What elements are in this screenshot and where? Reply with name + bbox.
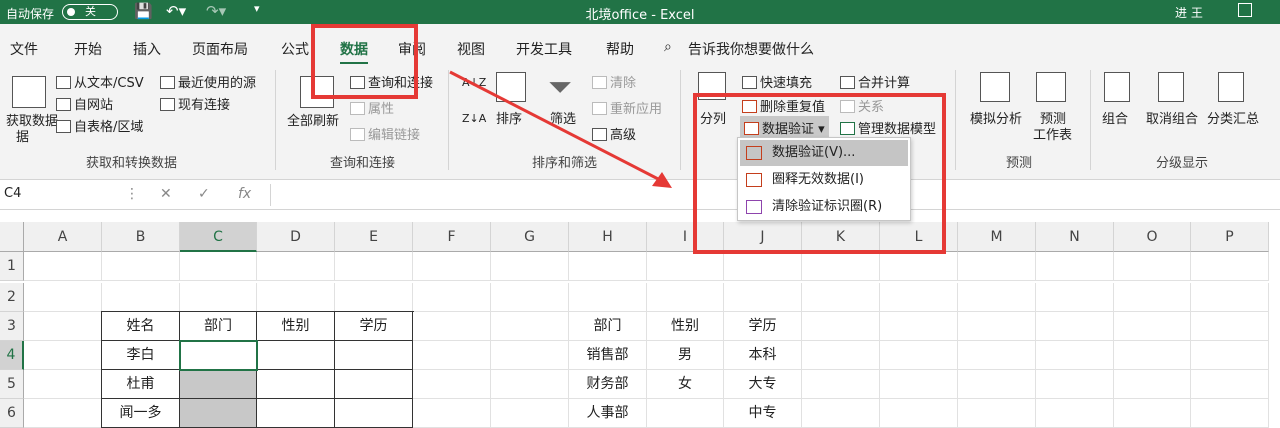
- annotation-arrow: [449, 70, 672, 188]
